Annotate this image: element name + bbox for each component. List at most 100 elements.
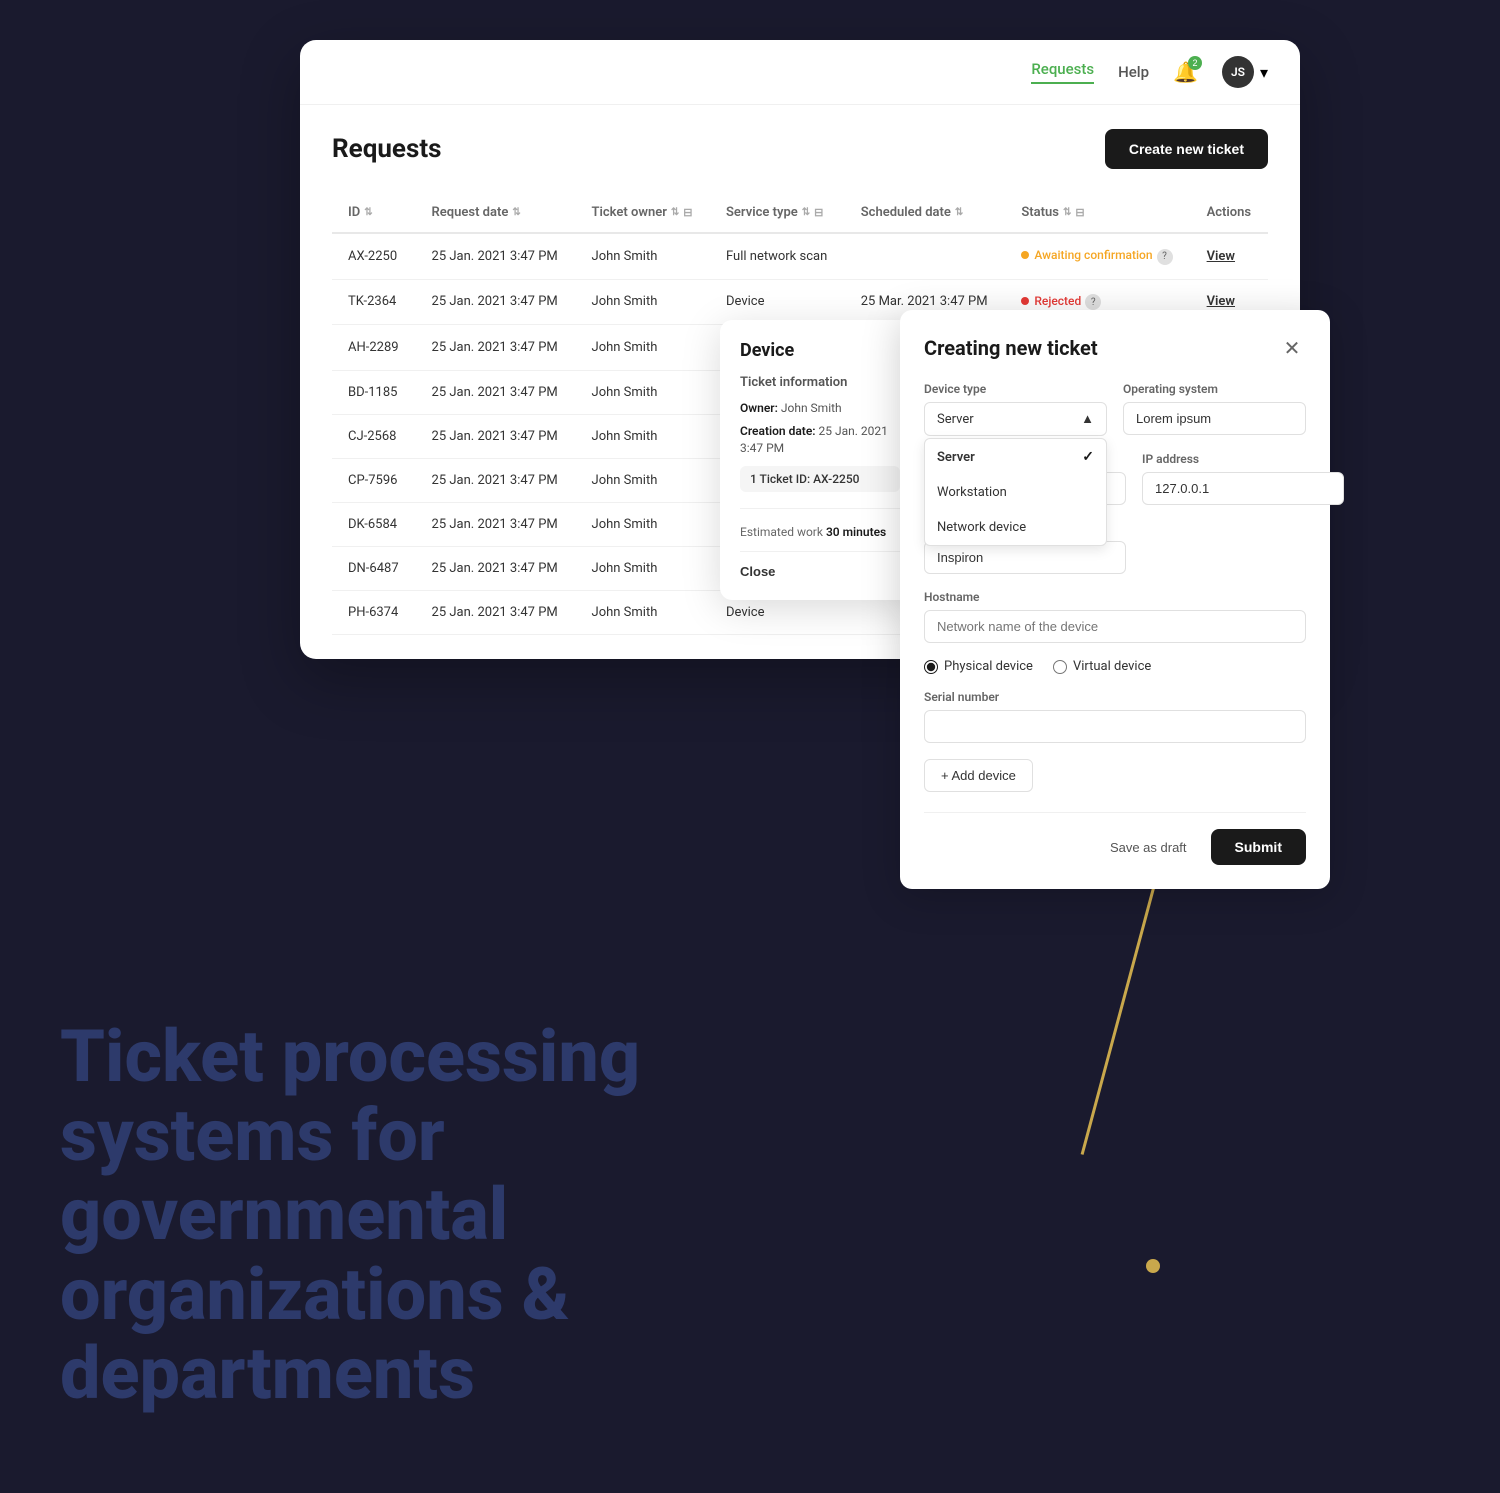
save-draft-button[interactable]: Save as draft (1098, 832, 1199, 863)
cell-id: AX-2250 (332, 233, 416, 279)
cell-owner: John Smith (576, 590, 710, 634)
virtual-device-radio-label[interactable]: Virtual device (1053, 659, 1151, 674)
ip-address-group: IP address (1142, 452, 1344, 505)
cell-action: View (1191, 233, 1268, 279)
user-menu[interactable]: JS ▾ (1222, 56, 1268, 88)
table-header-row: ID⇅ Request date⇅ Ticket owner⇅⊟ Service… (332, 193, 1268, 233)
cell-owner: John Smith (576, 414, 710, 458)
form-row-device-os: Device type Server ▲ Server ✓ Workstatio… (924, 382, 1306, 436)
col-actions: Actions (1191, 193, 1268, 233)
service-filter-icon[interactable]: ⊟ (814, 206, 823, 219)
notifications-button[interactable]: 🔔 2 (1173, 60, 1198, 85)
status-help-icon[interactable]: ? (1157, 249, 1173, 265)
notif-badge: 2 (1188, 56, 1202, 70)
status-badge: Awaiting confirmation (1021, 248, 1152, 262)
device-type-menu: Server ✓ Workstation Network device (924, 438, 1107, 546)
physical-device-radio[interactable] (924, 660, 938, 674)
new-ticket-modal: Creating new ticket ✕ Device type Server… (900, 310, 1330, 889)
virtual-device-radio[interactable] (1053, 660, 1067, 674)
cell-date: 25 Jan. 2021 3:47 PM (416, 502, 576, 546)
os-group: Operating system Lorem ipsum (1123, 382, 1306, 436)
ip-address-input[interactable] (1142, 472, 1344, 505)
create-new-ticket-button[interactable]: Create new ticket (1105, 129, 1268, 169)
add-device-button[interactable]: + Add device (924, 759, 1033, 792)
ticket-id-badge: 1 Ticket ID: AX-2250 (740, 466, 900, 492)
device-popup-title: Device (740, 340, 900, 361)
col-scheduled-date: Scheduled date⇅ (845, 193, 1006, 233)
modal-header: Creating new ticket ✕ (924, 334, 1306, 362)
col-request-date: Request date⇅ (416, 193, 576, 233)
submit-button[interactable]: Submit (1211, 829, 1306, 865)
id-sort-icon[interactable]: ⇅ (364, 207, 372, 218)
service-sort-icon[interactable]: ⇅ (802, 207, 810, 218)
owner-filter-icon[interactable]: ⊟ (683, 206, 692, 219)
cell-id: CP-7596 (332, 458, 416, 502)
view-link[interactable]: View (1207, 249, 1235, 264)
modal-footer: Save as draft Submit (924, 812, 1306, 865)
cell-id: PH-6374 (332, 590, 416, 634)
hostname-input[interactable] (924, 610, 1306, 643)
cell-date: 25 Jan. 2021 3:47 PM (416, 233, 576, 279)
device-type-label: Device type (924, 382, 1107, 396)
status-badge: Rejected (1021, 294, 1081, 308)
device-type-dropdown: Server ▲ Server ✓ Workstation Network de… (924, 402, 1107, 436)
serial-number-label: Serial number (924, 690, 1306, 704)
cell-date: 25 Jan. 2021 3:47 PM (416, 458, 576, 502)
modal-title: Creating new ticket (924, 336, 1098, 360)
nav-help[interactable]: Help (1118, 63, 1149, 81)
dropdown-option-server[interactable]: Server ✓ (925, 439, 1106, 475)
serial-number-group: Serial number (924, 690, 1306, 743)
hostname-label: Hostname (924, 590, 1306, 604)
os-select[interactable]: Lorem ipsum (1123, 402, 1306, 435)
sched-sort-icon[interactable]: ⇅ (955, 207, 963, 218)
ip-address-label: IP address (1142, 452, 1344, 466)
col-ticket-owner: Ticket owner⇅⊟ (576, 193, 710, 233)
date-sort-icon[interactable]: ⇅ (512, 207, 520, 218)
cell-id: CJ-2568 (332, 414, 416, 458)
physical-device-radio-label[interactable]: Physical device (924, 659, 1033, 674)
device-type-trigger[interactable]: Server ▲ (924, 402, 1107, 436)
ticket-creation-field: Creation date: 25 Jan. 2021 3:47 PM (740, 423, 900, 457)
device-type-value: Server (937, 412, 974, 427)
option-network-label: Network device (937, 520, 1026, 535)
page-header: Requests Create new ticket (332, 129, 1268, 169)
cell-owner: John Smith (576, 370, 710, 414)
cell-owner: John Smith (576, 279, 710, 325)
status-help-icon[interactable]: ? (1085, 294, 1101, 310)
status-sort-icon[interactable]: ⇅ (1063, 207, 1071, 218)
modal-close-button[interactable]: ✕ (1278, 334, 1306, 362)
cell-owner: John Smith (576, 502, 710, 546)
nav-requests[interactable]: Requests (1031, 60, 1094, 84)
cell-id: AH-2289 (332, 325, 416, 371)
option-workstation-label: Workstation (937, 485, 1007, 500)
close-popup-button[interactable]: Close (740, 551, 900, 579)
owner-sort-icon[interactable]: ⇅ (671, 207, 679, 218)
cell-owner: John Smith (576, 458, 710, 502)
os-label: Operating system (1123, 382, 1306, 396)
serial-number-input[interactable] (924, 710, 1306, 743)
cell-owner: John Smith (576, 325, 710, 371)
option-server-label: Server (937, 450, 975, 465)
cell-owner: John Smith (576, 546, 710, 590)
dropdown-option-network-device[interactable]: Network device (925, 510, 1106, 545)
col-service-type: Service type⇅⊟ (710, 193, 845, 233)
ticket-info-heading: Ticket information (740, 375, 900, 390)
cell-date: 25 Jan. 2021 3:47 PM (416, 590, 576, 634)
cell-owner: John Smith (576, 233, 710, 279)
ticket-info-section: Ticket information Owner: John Smith Cre… (740, 375, 900, 492)
view-link[interactable]: View (1207, 294, 1235, 309)
col-status: Status⇅⊟ (1005, 193, 1190, 233)
dropdown-option-workstation[interactable]: Workstation (925, 475, 1106, 510)
decorative-line (1081, 845, 1167, 1155)
cell-date: 25 Jan. 2021 3:47 PM (416, 370, 576, 414)
cell-status: Awaiting confirmation? (1005, 233, 1190, 279)
cell-service: Full network scan (710, 233, 845, 279)
cell-date: 25 Jan. 2021 3:47 PM (416, 279, 576, 325)
chevron-down-icon: ▾ (1260, 63, 1268, 82)
status-filter-icon[interactable]: ⊟ (1075, 206, 1084, 219)
device-type-group: Device type Server ▲ Server ✓ Workstatio… (924, 382, 1107, 436)
device-info-popup: Device Ticket information Owner: John Sm… (720, 320, 920, 600)
app-header: Requests Help 🔔 2 JS ▾ (300, 40, 1300, 105)
background-tagline: Ticket processing systems for government… (60, 1017, 760, 1413)
user-avatar: JS (1222, 56, 1254, 88)
